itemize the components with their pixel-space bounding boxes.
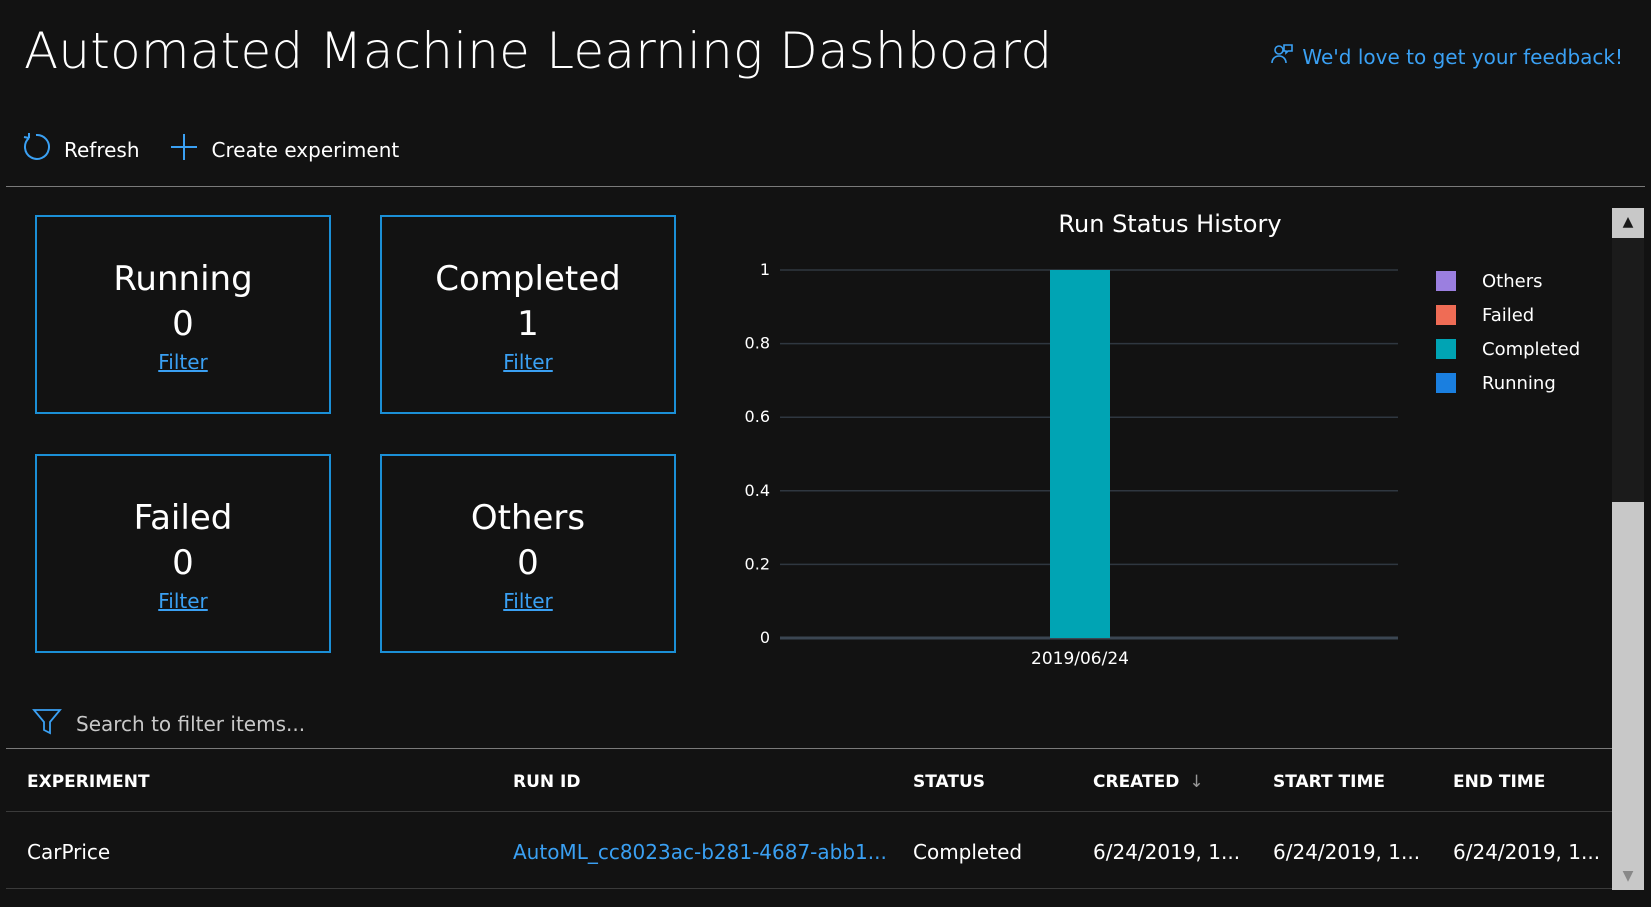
header-row-divider <box>6 811 1612 812</box>
cell-run-id-link[interactable]: AutoML_cc8023ac-b281-4687-abb1... <box>513 840 887 864</box>
tile-count: 0 <box>172 543 194 583</box>
search-divider <box>6 748 1615 749</box>
y-tick-label: 0.8 <box>745 334 770 353</box>
tile-others: Others 0 Filter <box>380 454 676 653</box>
legend-swatch <box>1436 271 1456 291</box>
refresh-button[interactable]: Refresh <box>20 132 140 167</box>
tile-count: 0 <box>172 304 194 344</box>
col-header-status[interactable]: STATUS <box>913 772 985 792</box>
create-experiment-button[interactable]: Create experiment <box>170 133 400 166</box>
y-tick-label: 0.4 <box>745 481 770 500</box>
tile-label: Failed <box>133 498 233 538</box>
legend-item-running[interactable]: Running <box>1436 366 1580 400</box>
tile-label: Others <box>470 498 586 538</box>
scroll-down-arrow[interactable]: ▼ <box>1612 862 1644 890</box>
row-divider <box>6 888 1612 889</box>
y-tick-label: 0.6 <box>745 407 770 426</box>
refresh-label: Refresh <box>64 137 140 162</box>
scroll-thumb[interactable] <box>1612 238 1644 502</box>
tile-failed: Failed 0 Filter <box>35 454 331 653</box>
bar-completed[interactable] <box>1050 270 1110 638</box>
cell-start-time: 6/24/2019, 1... <box>1273 840 1421 864</box>
feedback-link[interactable]: We'd love to get your feedback! <box>1270 42 1623 71</box>
chart-plot: 0 0.2 0.4 0.6 0.8 1 2019/06/24 <box>745 260 1398 669</box>
tile-count: 1 <box>517 304 539 344</box>
y-tick-label: 0 <box>760 628 770 647</box>
cell-end-time: 6/24/2019, 1... <box>1453 840 1601 864</box>
col-header-created[interactable]: CREATED ↓ <box>1093 772 1204 792</box>
col-header-run-id[interactable]: RUN ID <box>513 772 580 792</box>
tile-label: Completed <box>435 259 621 299</box>
legend-label: Failed <box>1482 304 1535 326</box>
legend-label: Others <box>1482 270 1543 292</box>
toolbar: Refresh Create experiment <box>20 132 399 167</box>
feedback-person-icon <box>1270 42 1294 71</box>
y-tick-label: 1 <box>760 260 770 279</box>
filter-running-link[interactable]: Filter <box>158 349 208 375</box>
cell-created: 6/24/2019, 1... <box>1093 840 1241 864</box>
search-bar[interactable]: Search to filter items... <box>32 706 305 741</box>
page-title: Automated Machine Learning Dashboard <box>24 22 1053 80</box>
scroll-up-arrow[interactable]: ▲ <box>1612 208 1644 236</box>
cell-status: Completed <box>913 840 1023 864</box>
filter-others-link[interactable]: Filter <box>503 588 553 614</box>
legend-item-completed[interactable]: Completed <box>1436 332 1580 366</box>
feedback-label: We'd love to get your feedback! <box>1302 44 1623 69</box>
legend-item-failed[interactable]: Failed <box>1436 298 1580 332</box>
tile-count: 0 <box>517 543 539 583</box>
sort-down-arrow-icon: ↓ <box>1189 772 1204 792</box>
tile-label: Running <box>113 259 253 299</box>
search-input[interactable]: Search to filter items... <box>76 712 305 736</box>
legend-swatch <box>1436 339 1456 359</box>
col-header-start-time[interactable]: START TIME <box>1273 772 1385 792</box>
tile-running: Running 0 Filter <box>35 215 331 414</box>
scrollbar[interactable]: ▲ ▼ <box>1612 208 1644 890</box>
plus-icon <box>170 133 198 166</box>
legend-label: Running <box>1482 372 1556 394</box>
legend-item-others[interactable]: Others <box>1436 264 1580 298</box>
x-tick-label: 2019/06/24 <box>1031 649 1129 669</box>
col-header-experiment[interactable]: EXPERIMENT <box>27 772 150 792</box>
y-tick-label: 0.2 <box>745 554 770 573</box>
tile-completed: Completed 1 Filter <box>380 215 676 414</box>
col-header-created-label: CREATED <box>1093 772 1180 792</box>
cell-experiment: CarPrice <box>27 840 111 864</box>
funnel-icon <box>32 706 62 741</box>
create-experiment-label: Create experiment <box>211 137 400 162</box>
legend-label: Completed <box>1482 338 1581 360</box>
chart-legend: Others Failed Completed Running <box>1436 264 1580 400</box>
toolbar-divider <box>6 186 1645 187</box>
run-status-chart: Run Status History 0 0.2 0.4 0.6 0.8 1 2019/06… <box>700 200 1620 680</box>
legend-swatch <box>1436 305 1456 325</box>
filter-failed-link[interactable]: Filter <box>158 588 208 614</box>
legend-swatch <box>1436 373 1456 393</box>
refresh-icon <box>20 132 50 167</box>
filter-completed-link[interactable]: Filter <box>503 349 553 375</box>
col-header-end-time[interactable]: END TIME <box>1453 772 1545 792</box>
